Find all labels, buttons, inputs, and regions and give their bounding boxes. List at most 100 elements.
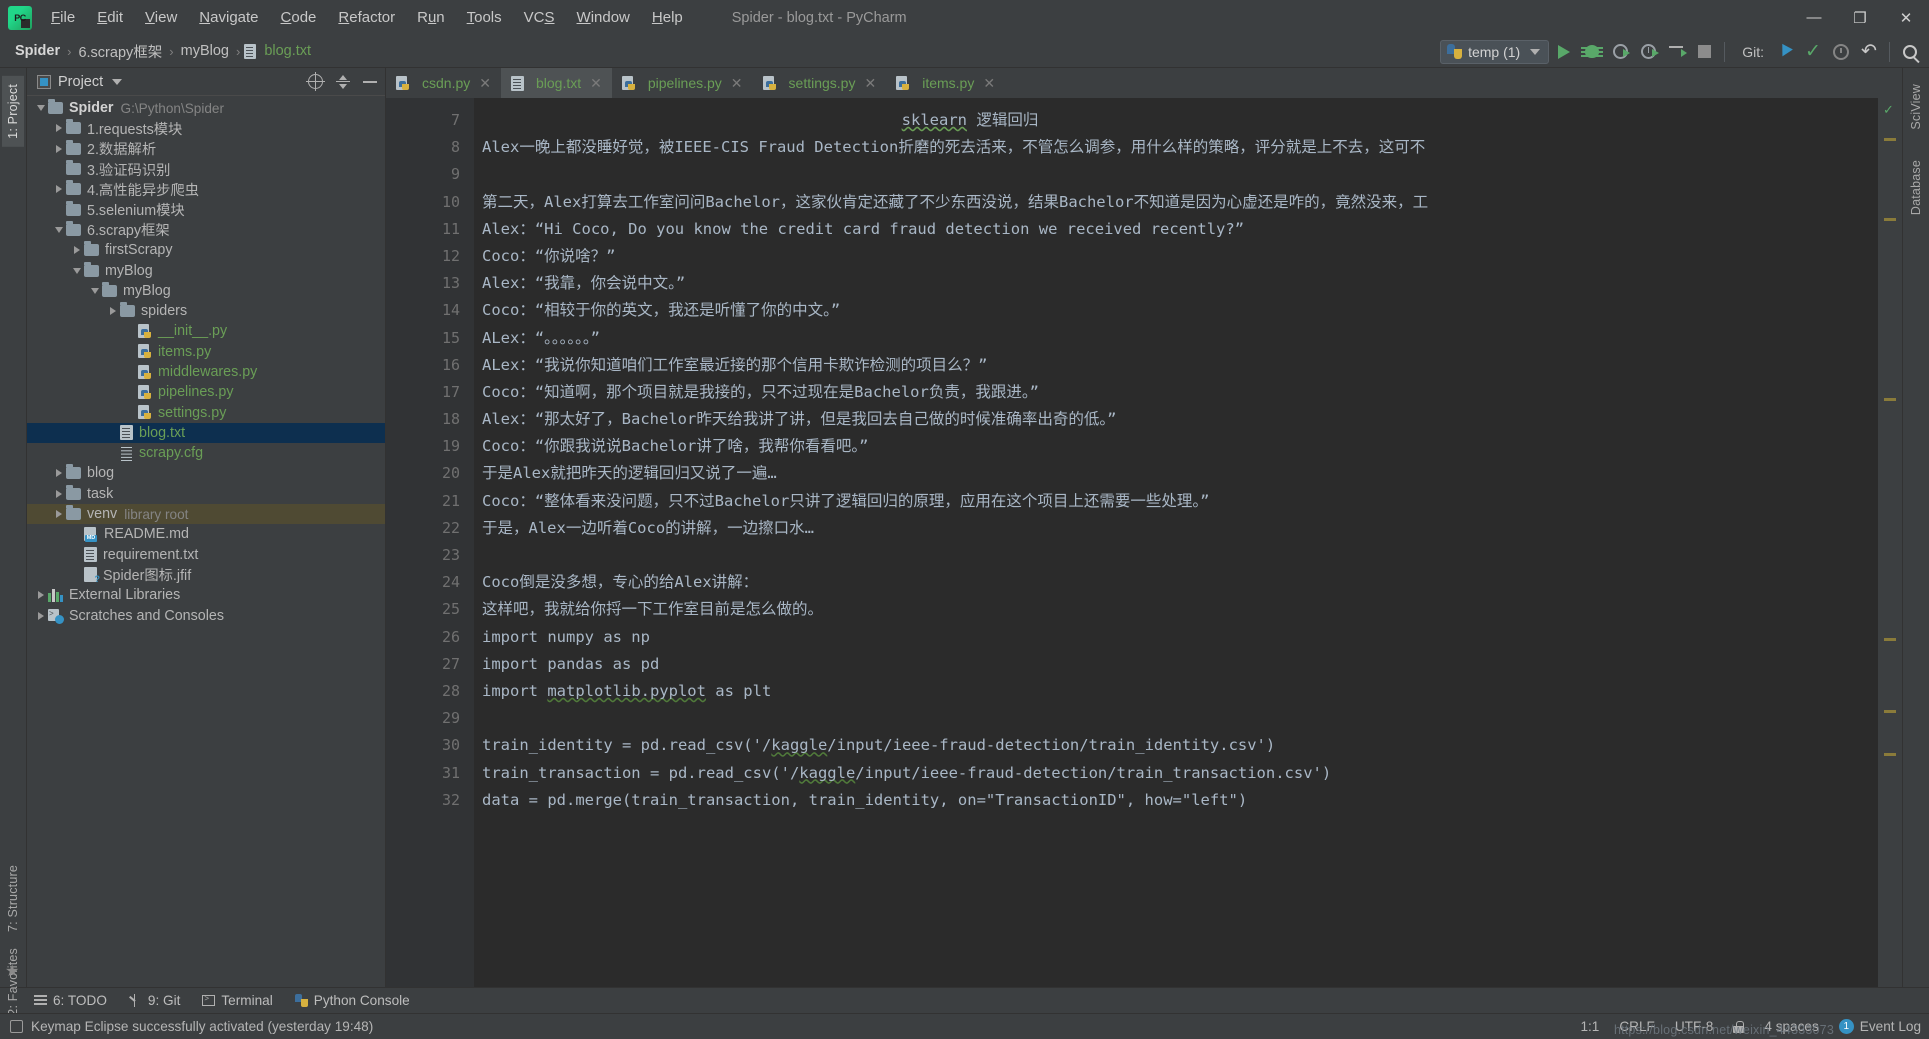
code-line[interactable]: import matplotlib.pyplot as plt bbox=[482, 678, 1878, 705]
code-line[interactable]: sklearn 逻辑回归 bbox=[482, 107, 1878, 134]
tree-expander[interactable] bbox=[51, 469, 66, 478]
tool-window-terminal[interactable]: Terminal bbox=[202, 993, 273, 1008]
breadcrumb-item-myblog[interactable]: myBlog bbox=[178, 41, 232, 61]
git-commit-button[interactable]: ✓ bbox=[1800, 39, 1826, 65]
tree-item-blog-txt[interactable]: blog.txt bbox=[27, 422, 385, 444]
tree-item-myblog[interactable]: myBlog bbox=[27, 281, 385, 301]
menu-code[interactable]: Code bbox=[270, 4, 328, 31]
code-line[interactable]: 这样吧，我就给你捋一下工作室目前是怎么做的。 bbox=[482, 596, 1878, 623]
code-line[interactable]: Alex：“那太好了，Bachelor昨天给我讲了讲，但是我回去自己做的时候准确… bbox=[482, 406, 1878, 433]
collapse-all-icon[interactable] bbox=[336, 74, 350, 89]
menu-file[interactable]: File bbox=[40, 4, 86, 31]
tree-expander[interactable] bbox=[51, 124, 66, 133]
tree-item-items-py[interactable]: items.py bbox=[27, 342, 385, 362]
editor-tab-csdn-py[interactable]: csdn.py ✕ bbox=[386, 68, 501, 98]
tree-item-middlewares-py[interactable]: middlewares.py bbox=[27, 362, 385, 382]
close-button[interactable]: ✕ bbox=[1883, 0, 1929, 35]
tree-item-external-libraries[interactable]: External Libraries bbox=[27, 585, 385, 605]
tree-item-venv[interactable]: venv library root bbox=[27, 503, 385, 525]
code-line[interactable]: Coco：“你说啥？” bbox=[482, 243, 1878, 270]
code-line[interactable]: 第二天，Alex打算去工作室问问Bachelor，这家伙肯定还藏了不少东西没说，… bbox=[482, 189, 1878, 216]
breadcrumb-item-scrapy[interactable]: 6.scrapy框架 bbox=[75, 39, 165, 64]
tool-window-todo[interactable]: 6: TODO bbox=[34, 993, 107, 1008]
git-history-button[interactable] bbox=[1828, 39, 1854, 65]
sidebar-item-project[interactable]: 1: Project bbox=[2, 76, 24, 147]
tree-item-2[interactable]: 2.数据解析 bbox=[27, 139, 385, 159]
locate-file-icon[interactable] bbox=[306, 72, 325, 91]
tree-expander[interactable] bbox=[33, 611, 48, 620]
sidebar-item-favorites[interactable]: 2: Favorites bbox=[2, 940, 24, 1024]
menu-vcs[interactable]: VCS bbox=[513, 4, 566, 31]
tree-item-scrapy-cfg[interactable]: scrapy.cfg bbox=[27, 443, 385, 463]
code-line[interactable] bbox=[482, 542, 1878, 569]
tree-item-readme-md[interactable]: MD README.md bbox=[27, 524, 385, 544]
editor-tab-items-py[interactable]: items.py ✕ bbox=[886, 68, 1005, 98]
tree-item-firstscrapy[interactable]: firstScrapy bbox=[27, 240, 385, 260]
debug-button[interactable] bbox=[1579, 39, 1605, 65]
code-line[interactable]: import pandas as pd bbox=[482, 651, 1878, 678]
tree-item-scratches-and-consoles[interactable]: Scratches and Consoles bbox=[27, 605, 385, 625]
breadcrumb-item-blogtxt[interactable]: blog.txt bbox=[261, 41, 314, 61]
code-line[interactable]: ALex：“我说你知道咱们工作室最近接的那个信用卡欺诈检测的项目么？” bbox=[482, 352, 1878, 379]
tree-item-5-selenium[interactable]: 5.selenium模块 bbox=[27, 199, 385, 219]
editor-tab-settings-py[interactable]: settings.py ✕ bbox=[753, 68, 887, 98]
code-line[interactable]: Coco：“知道啊，那个项目就是我接的，只不过现在是Bachelor负责，我跟进… bbox=[482, 379, 1878, 406]
tree-item-1-requests[interactable]: 1.requests模块 bbox=[27, 118, 385, 138]
tree-item-settings-py[interactable]: settings.py bbox=[27, 402, 385, 422]
stop-button[interactable] bbox=[1691, 39, 1717, 65]
tree-expander[interactable] bbox=[33, 591, 48, 600]
code-line[interactable] bbox=[482, 705, 1878, 732]
event-log-button[interactable]: 1 Event Log bbox=[1838, 1019, 1921, 1034]
menu-tools[interactable]: Tools bbox=[456, 4, 513, 31]
code-line[interactable]: Coco：“整体看来没问题，只不过Bachelor只讲了逻辑回归的原理，应用在这… bbox=[482, 488, 1878, 515]
tree-expander[interactable] bbox=[51, 489, 66, 498]
menu-edit[interactable]: Edit bbox=[86, 4, 134, 31]
close-icon[interactable]: ✕ bbox=[590, 75, 602, 92]
concurrency-button[interactable] bbox=[1663, 39, 1689, 65]
tree-expander[interactable] bbox=[51, 144, 66, 153]
tree-expander[interactable] bbox=[105, 307, 120, 316]
menu-navigate[interactable]: Navigate bbox=[188, 4, 269, 31]
project-tree[interactable]: Spider G:\Python\Spider 1.requests模块 2.数据解析… bbox=[27, 96, 385, 987]
hide-panel-icon[interactable] bbox=[363, 80, 377, 83]
sidebar-item-structure[interactable]: 7: Structure bbox=[2, 857, 24, 940]
git-rollback-button[interactable]: ↶ bbox=[1856, 39, 1882, 65]
code-line[interactable]: ALex：“。。。。。。” bbox=[482, 325, 1878, 352]
profile-button[interactable] bbox=[1635, 39, 1661, 65]
tree-item-init-py[interactable]: __init__.py bbox=[27, 321, 385, 341]
code-line[interactable]: Coco：“你跟我说说Bachelor讲了啥，我帮你看看吧。” bbox=[482, 433, 1878, 460]
git-update-button[interactable] bbox=[1772, 39, 1798, 65]
maximize-button[interactable]: ❐ bbox=[1837, 0, 1883, 35]
tree-expander[interactable] bbox=[33, 105, 48, 112]
run-configuration-selector[interactable]: temp (1) bbox=[1440, 39, 1550, 64]
menu-help[interactable]: Help bbox=[641, 4, 694, 31]
tree-expander[interactable] bbox=[51, 510, 66, 519]
code-line[interactable]: data = pd.merge(train_transaction, train… bbox=[482, 787, 1878, 814]
close-icon[interactable]: ✕ bbox=[864, 75, 876, 92]
tree-expander[interactable] bbox=[69, 246, 84, 255]
code-text[interactable]: sklearn 逻辑回归 Alex一晚上都没睡好觉，被IEEE-CIS Fraud… bbox=[474, 98, 1878, 987]
run-button[interactable] bbox=[1551, 39, 1577, 65]
code-line[interactable]: train_transaction = pd.read_csv('/kaggle… bbox=[482, 760, 1878, 787]
tree-item-task[interactable]: task bbox=[27, 484, 385, 504]
code-line[interactable]: 于是Alex就把昨天的逻辑回归又说了一遍… bbox=[482, 460, 1878, 487]
editor-tab-pipelines-py[interactable]: pipelines.py ✕ bbox=[612, 68, 753, 98]
tree-item-6-scrapy[interactable]: 6.scrapy框架 bbox=[27, 220, 385, 240]
tree-item-3[interactable]: 3.验证码识别 bbox=[27, 159, 385, 179]
tool-window-git[interactable]: 9: Git bbox=[129, 993, 180, 1008]
search-everywhere-button[interactable] bbox=[1897, 39, 1923, 65]
menu-window[interactable]: Window bbox=[566, 4, 641, 31]
bookmark-star-icon[interactable]: ★ bbox=[5, 961, 19, 981]
tree-item-4[interactable]: 4.高性能异步爬虫 bbox=[27, 179, 385, 199]
code-line[interactable]: train_identity = pd.read_csv('/kaggle/in… bbox=[482, 732, 1878, 759]
menu-run[interactable]: Run bbox=[406, 4, 456, 31]
sidebar-item-sciview[interactable]: SciView bbox=[1905, 76, 1927, 138]
tool-window-python-console[interactable]: Python Console bbox=[294, 993, 410, 1008]
tree-expander[interactable] bbox=[87, 287, 102, 294]
chevron-down-icon[interactable] bbox=[112, 78, 123, 85]
code-line[interactable]: Alex：“Hi Coco, Do you know the credit ca… bbox=[482, 216, 1878, 243]
tree-item-blog[interactable]: blog bbox=[27, 463, 385, 483]
analysis-marker-strip[interactable]: ✓ bbox=[1878, 98, 1902, 987]
close-icon[interactable]: ✕ bbox=[983, 75, 995, 92]
tree-item-requirement-txt[interactable]: requirement.txt bbox=[27, 545, 385, 565]
